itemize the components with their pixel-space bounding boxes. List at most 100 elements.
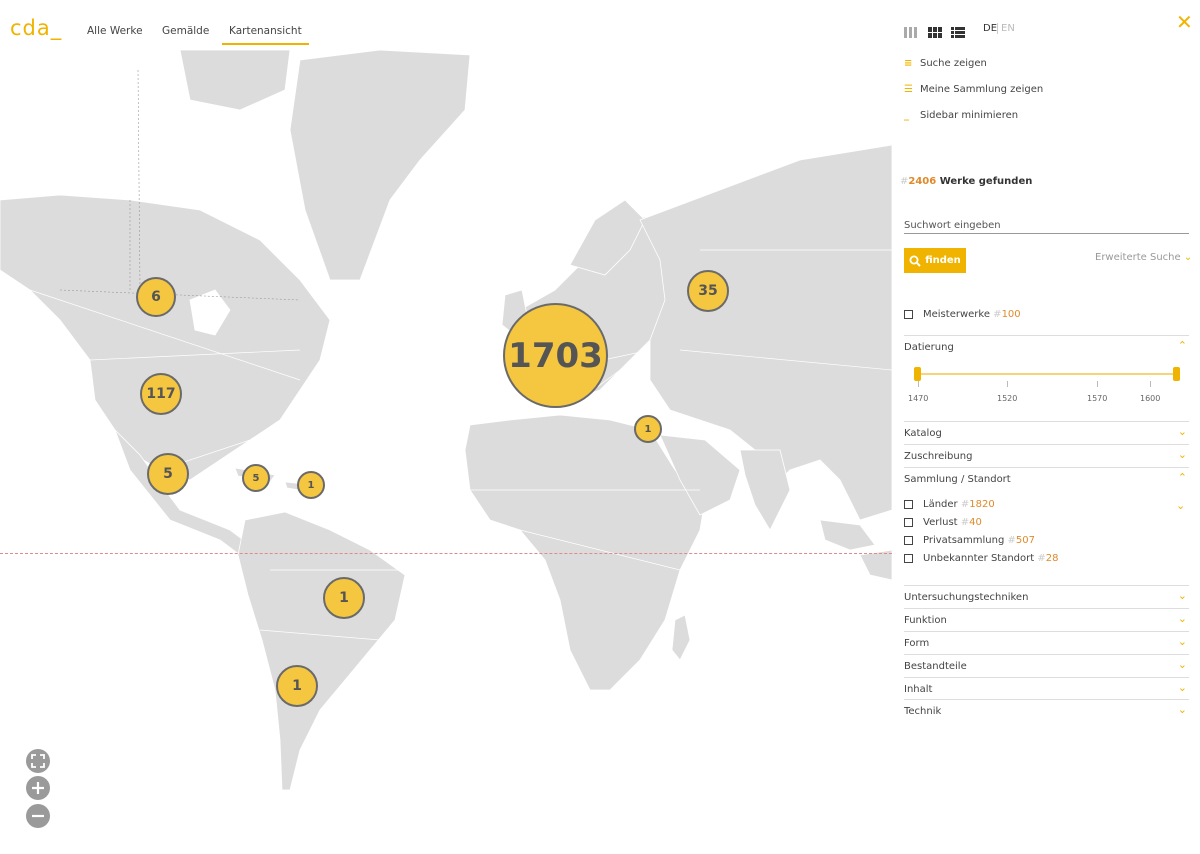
filter-label: Länder xyxy=(923,499,958,510)
section-inhalt[interactable]: Inhalt ⌄ xyxy=(904,677,1189,700)
masterworks-count: 100 xyxy=(1001,309,1021,320)
chevron-down-icon: ⌄ xyxy=(1177,681,1187,694)
show-search-action[interactable]: ≡ Suche zeigen xyxy=(904,58,987,69)
count-hash: # xyxy=(960,499,970,510)
zoom-out-button[interactable] xyxy=(26,804,50,828)
filter-count: 28 xyxy=(1045,553,1059,564)
count-hash: # xyxy=(960,517,970,528)
map-cluster[interactable]: 1 xyxy=(634,415,662,443)
minimize-sidebar-label: Sidebar minimieren xyxy=(920,110,1019,121)
section-label: Technik xyxy=(904,706,942,717)
filter-unbekannter-standort[interactable]: Unbekannter Standort #28 xyxy=(904,553,1058,564)
masterworks-label: Meisterwerke xyxy=(923,309,990,320)
zoom-in-button[interactable] xyxy=(26,776,50,800)
filter-verlust[interactable]: Verlust #40 xyxy=(904,517,982,528)
chevron-up-icon: ⌃ xyxy=(1177,339,1187,352)
section-katalog[interactable]: Katalog ⌄ xyxy=(904,421,1189,444)
section-datierung[interactable]: Datierung ⌃ xyxy=(904,335,1189,358)
section-funktion[interactable]: Funktion ⌄ xyxy=(904,608,1189,631)
lang-en[interactable]: EN xyxy=(997,23,1015,34)
section-label: Untersuchungstechniken xyxy=(904,592,1029,603)
equator-line xyxy=(0,553,892,554)
tick-label: 1520 xyxy=(997,394,1018,403)
view-grid-icon[interactable] xyxy=(928,23,942,38)
date-range-track[interactable] xyxy=(918,373,1176,375)
map-cluster[interactable]: 5 xyxy=(147,453,189,495)
search-list-icon: ≡ xyxy=(904,58,913,69)
view-columns-icon[interactable] xyxy=(904,23,918,38)
results-label: Werke gefunden xyxy=(939,176,1033,187)
map-cluster[interactable]: 1 xyxy=(323,577,365,619)
show-search-label: Suche zeigen xyxy=(920,58,987,69)
section-label: Sammlung / Standort xyxy=(904,474,1011,485)
section-label: Bestandteile xyxy=(904,661,967,672)
section-label: Zuschreibung xyxy=(904,451,973,462)
date-range-handle-max[interactable] xyxy=(1173,367,1180,381)
count-hash: # xyxy=(1007,535,1016,546)
chevron-down-icon: ⌄ xyxy=(1177,589,1187,602)
tick-label: 1470 xyxy=(908,394,929,403)
chevron-down-icon: ⌄ xyxy=(1177,425,1187,438)
nav-gemaelde[interactable]: Gemälde xyxy=(162,25,209,37)
checkbox[interactable] xyxy=(904,553,913,563)
plus-icon xyxy=(32,782,44,794)
search-input[interactable] xyxy=(904,218,1189,234)
map-cluster[interactable]: 1 xyxy=(276,665,318,707)
checkbox[interactable] xyxy=(904,535,913,545)
checkbox[interactable] xyxy=(904,517,913,527)
show-collection-label: Meine Sammlung zeigen xyxy=(920,84,1044,95)
advanced-search-toggle[interactable]: Erweiterte Suche ⌄ xyxy=(1095,252,1192,263)
show-collection-action[interactable]: ☰ Meine Sammlung zeigen xyxy=(904,84,1043,95)
nav-kartenansicht[interactable]: Kartenansicht xyxy=(222,25,309,45)
checkbox[interactable] xyxy=(904,309,913,319)
world-map[interactable]: 1703 117 35 6 5 5 1 1 1 1 xyxy=(0,50,892,854)
chevron-down-icon: ⌄ xyxy=(1177,703,1187,716)
filter-count: 1820 xyxy=(969,499,995,510)
chevron-down-icon: ⌄ xyxy=(1177,448,1187,461)
chevron-down-icon: ⌄ xyxy=(1177,658,1187,671)
section-bestandteile[interactable]: Bestandteile ⌄ xyxy=(904,654,1189,677)
section-sammlung-standort[interactable]: Sammlung / Standort ⌃ xyxy=(904,467,1189,490)
search-button[interactable]: finden xyxy=(904,248,966,273)
filter-label: Unbekannter Standort xyxy=(923,553,1035,564)
filter-laender[interactable]: Länder #1820 xyxy=(904,499,995,510)
chevron-down-icon[interactable]: ⌄ xyxy=(1176,499,1185,512)
section-technik[interactable]: Technik ⌄ xyxy=(904,699,1189,722)
minimize-sidebar-action[interactable]: _ Sidebar minimieren xyxy=(904,110,1018,121)
map-cluster[interactable]: 35 xyxy=(687,270,729,312)
nav-alle-werke[interactable]: Alle Werke xyxy=(87,25,143,37)
map-land-layer xyxy=(0,50,892,791)
checkbox[interactable] xyxy=(904,499,913,509)
section-label: Datierung xyxy=(904,342,954,353)
lang-de[interactable]: DE xyxy=(983,23,997,34)
map-cluster[interactable]: 1703 xyxy=(503,303,608,408)
masterworks-filter[interactable]: Meisterwerke #100 xyxy=(904,309,1021,320)
map-cluster[interactable]: 5 xyxy=(242,464,270,492)
map-cluster[interactable]: 6 xyxy=(136,277,176,317)
section-form[interactable]: Form ⌄ xyxy=(904,631,1189,654)
fullscreen-icon xyxy=(31,754,45,768)
results-count: #2406 Werke gefunden xyxy=(900,176,1032,187)
section-label: Inhalt xyxy=(904,684,933,695)
count-hash: # xyxy=(993,309,1002,320)
tick-label: 1600 xyxy=(1140,394,1161,403)
map-cluster[interactable]: 1 xyxy=(297,471,325,499)
tick xyxy=(918,381,919,387)
close-icon[interactable]: ✕ xyxy=(1176,10,1193,34)
filter-count: 507 xyxy=(1015,535,1036,546)
section-untersuchungstechniken[interactable]: Untersuchungstechniken ⌄ xyxy=(904,585,1189,608)
filter-privatsammlung[interactable]: Privatsammlung #507 xyxy=(904,535,1035,546)
map-cluster[interactable]: 117 xyxy=(140,373,182,415)
fullscreen-button[interactable] xyxy=(26,749,50,773)
tick xyxy=(1007,381,1008,387)
search-button-label: finden xyxy=(925,255,961,266)
app-logo[interactable]: cda_ xyxy=(10,16,62,40)
view-list-icon[interactable] xyxy=(951,23,965,38)
minimize-icon: _ xyxy=(904,110,909,121)
date-range-handle-min[interactable] xyxy=(914,367,921,381)
top-bar: cda_ Alle Werke Gemälde Kartenansicht xyxy=(0,0,892,50)
section-label: Form xyxy=(904,638,930,649)
search-icon xyxy=(909,255,921,267)
section-zuschreibung[interactable]: Zuschreibung ⌄ xyxy=(904,444,1189,467)
chevron-down-icon: ⌄ xyxy=(1183,252,1193,263)
